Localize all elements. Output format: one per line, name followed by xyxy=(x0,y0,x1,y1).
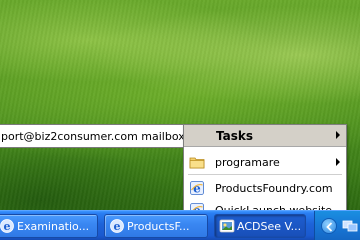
taskbar-button-label: Examinatio... xyxy=(17,220,90,233)
menu-item-programare[interactable]: programare xyxy=(184,151,346,173)
tasks-menu-header[interactable]: Tasks xyxy=(184,125,346,147)
submenu-arrow-icon xyxy=(336,131,340,139)
mailbox-notification: port@biz2consumer.com mailbox, xyxy=(0,124,186,148)
ie-icon: e xyxy=(0,219,14,233)
taskbar-button-label: ProductsF... xyxy=(127,220,190,233)
system-tray xyxy=(314,211,360,240)
menu-item-label: ProductsFoundry.com xyxy=(215,182,333,195)
show-hidden-icons-chevron-icon[interactable] xyxy=(321,218,337,234)
acdsee-icon xyxy=(219,219,235,233)
tasks-menu: Tasks programare e ProductsFoundry.com e… xyxy=(183,124,347,222)
ie-icon: e xyxy=(110,219,124,233)
tasks-menu-title: Tasks xyxy=(216,129,254,143)
taskbar-button-examinatio[interactable]: e Examinatio... xyxy=(0,214,98,238)
mailbox-notification-text: port@biz2consumer.com mailbox, xyxy=(1,129,186,143)
svg-text:e: e xyxy=(114,220,121,233)
folder-icon xyxy=(189,157,205,169)
taskbar-button-label: ACDSee V... xyxy=(237,220,302,233)
submenu-arrow-icon xyxy=(336,158,340,166)
ie-icon: e xyxy=(190,181,204,196)
menu-separator xyxy=(188,174,342,175)
svg-text:e: e xyxy=(193,182,201,196)
menu-item-label: programare xyxy=(215,156,280,169)
taskbar: e Examinatio... e ProductsF... ACDSee V.… xyxy=(0,210,360,240)
chevron-left-icon xyxy=(326,222,333,232)
network-icon[interactable] xyxy=(342,218,358,234)
menu-item-productsfoundry[interactable]: e ProductsFoundry.com xyxy=(184,177,346,199)
taskbar-button-productsf[interactable]: e ProductsF... xyxy=(104,214,208,238)
taskbar-button-acdsee[interactable]: ACDSee V... xyxy=(214,214,306,238)
svg-text:e: e xyxy=(4,220,11,233)
